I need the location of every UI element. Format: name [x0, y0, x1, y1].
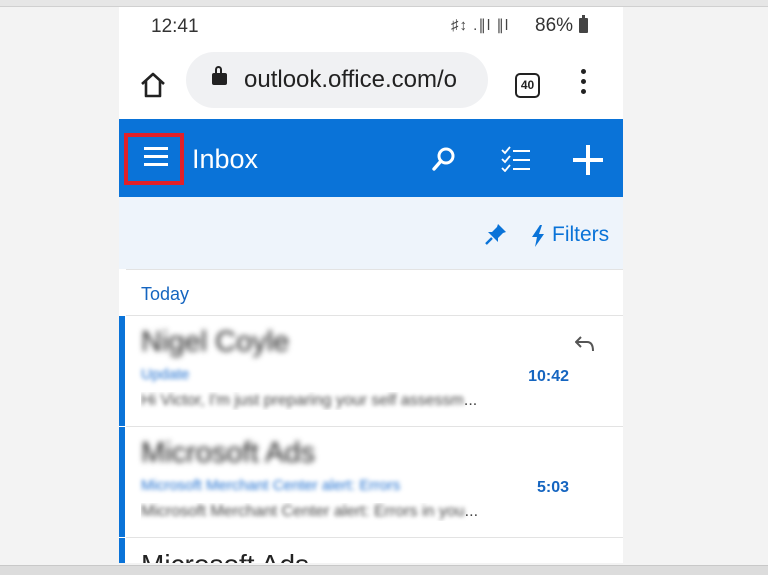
filter-bar: Filters	[119, 197, 623, 269]
email-subject: Microsoft Merchant Center alert: Errors	[141, 477, 401, 494]
divider	[126, 269, 623, 270]
signal-icons: ♯↕ .∥l ∥l	[451, 17, 510, 34]
date-group-header: Today	[141, 284, 190, 304]
email-preview-text: Hi Victor, I'm just preparing your self …	[141, 392, 464, 409]
url-text: outlook.office.com/o	[244, 66, 458, 93]
email-sender: Nigel Coyle	[141, 326, 290, 358]
menu-line	[144, 155, 168, 158]
menu-line	[144, 147, 168, 150]
pin-icon[interactable]	[485, 223, 507, 245]
hamburger-menu-button[interactable]	[124, 133, 184, 185]
email-row[interactable]: Nigel Coyle Update 10:42 Hi Victor, I'm …	[119, 316, 623, 426]
window-top-edge	[0, 0, 768, 7]
lock-icon	[212, 66, 227, 85]
menu-line	[144, 163, 168, 166]
select-mode-icon[interactable]	[501, 146, 531, 172]
email-sender-partial[interactable]: Microsoft Ads	[141, 549, 309, 563]
battery-icon	[579, 15, 588, 33]
email-time: 5:03	[536, 479, 569, 496]
status-time: 12:41	[151, 16, 199, 37]
phone-screen: 12:41 ♯↕ .∥l ∥l 86% outlook.office.com/o…	[119, 7, 623, 563]
lightning-icon	[532, 225, 544, 247]
replied-icon	[575, 336, 594, 352]
unread-indicator	[119, 316, 125, 426]
email-preview: Hi Victor, I'm just preparing your self …	[141, 392, 478, 409]
browser-toolbar: outlook.office.com/o 40	[119, 47, 623, 119]
new-message-button[interactable]	[573, 145, 603, 175]
email-preview: Microsoft Merchant Center alert: Errors …	[141, 503, 479, 520]
address-bar[interactable]: outlook.office.com/o	[186, 52, 488, 108]
unread-indicator	[119, 538, 125, 563]
home-icon[interactable]	[139, 71, 167, 99]
email-preview-text: Microsoft Merchant Center alert: Errors …	[141, 503, 465, 520]
folder-title: Inbox	[192, 144, 259, 174]
email-sender: Microsoft Ads	[141, 437, 316, 469]
email-time: 10:42	[528, 368, 569, 385]
tab-switcher-button[interactable]: 40	[515, 73, 540, 98]
email-subject: Update	[141, 366, 190, 383]
search-icon[interactable]	[432, 147, 456, 171]
app-header: Inbox	[119, 119, 623, 197]
unread-indicator	[119, 427, 125, 537]
email-row[interactable]: Microsoft Ads Microsoft Merchant Center …	[119, 427, 623, 537]
status-bar: 12:41 ♯↕ .∥l ∥l 86%	[119, 7, 623, 45]
browser-menu-icon[interactable]	[579, 69, 587, 99]
divider	[126, 537, 623, 538]
battery-percent: 86%	[535, 15, 574, 36]
filters-button[interactable]: Filters	[552, 223, 609, 247]
